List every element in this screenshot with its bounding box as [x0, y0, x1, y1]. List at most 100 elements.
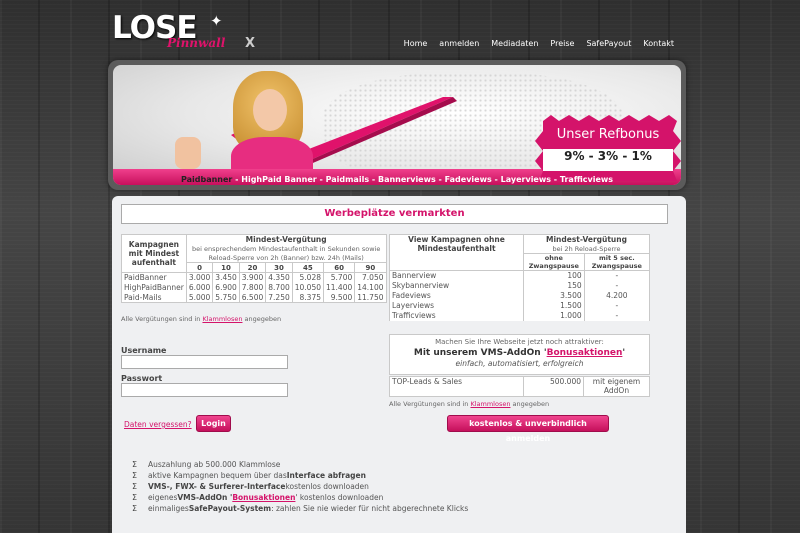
- table-cell: 4.350: [265, 272, 293, 283]
- star-icon: ✦: [210, 12, 223, 30]
- table-cell: 7.250: [265, 292, 293, 303]
- table-cell: 8.700: [265, 282, 293, 293]
- promo-line2: Mit unserem VMS-AddOn 'Bonusaktionen': [390, 348, 649, 358]
- table-cell: 7.800: [238, 282, 267, 293]
- seconds-header: 30: [265, 262, 293, 273]
- tab-bannerviews[interactable]: Bannerviews: [378, 175, 436, 184]
- table-cell: 9.500: [322, 292, 356, 303]
- paid-campaigns-table: Kampagnen mit Mindest aufenthalt Mindest…: [121, 234, 387, 303]
- tab-paidbanner[interactable]: Paidbanner: [181, 175, 232, 184]
- note-text: Alle Vergütungen sind in: [389, 400, 471, 408]
- table-row: Skybannerview 150 -: [389, 280, 651, 291]
- refbonus-badge: Unser Refbonus 9% - 3% - 1%: [533, 113, 681, 183]
- tab-trafficviews[interactable]: Trafficviews: [560, 175, 613, 184]
- password-input[interactable]: [121, 383, 288, 397]
- starburst-icon: [535, 115, 681, 181]
- tab-paidmails[interactable]: Paidmails: [326, 175, 370, 184]
- list-item: Σ VMS-, FWX- & Surferer-Interface kostenl…: [132, 481, 468, 492]
- feature-text: : zahlen Sie nie wieder für nicht abgere…: [271, 504, 469, 513]
- table-cell: 3.900: [238, 272, 267, 283]
- table2-col2-subtitle: bei 2h Reload-Sperre: [552, 245, 621, 253]
- tab-separator: -: [435, 175, 445, 184]
- username-input[interactable]: [121, 355, 288, 369]
- banner: Unser Refbonus 9% - 3% - 1% Paidbanner -…: [113, 65, 681, 185]
- username-label: Username: [121, 346, 167, 355]
- logo-subtext: Pinnwall: [167, 36, 226, 50]
- row-label: Skybannerview: [389, 280, 524, 291]
- nav-preise[interactable]: Preise: [550, 39, 574, 48]
- nav-kontakt[interactable]: Kontakt: [643, 39, 674, 48]
- vms-addon-promo: Machen Sie Ihre Webseite jetzt noch attr…: [389, 334, 650, 375]
- note-text: angegeben: [242, 315, 282, 323]
- table-row: Paid-Mails 5.000 5.750 6.500 7.250 8.375…: [121, 292, 387, 303]
- tab-separator: -: [551, 175, 560, 184]
- feature-text: aktive Kampagnen bequem über das: [148, 471, 287, 480]
- logo[interactable]: LOSE ✦ Pinnwall X: [112, 10, 262, 51]
- register-button[interactable]: kostenlos & unverbindlich anmelden: [447, 415, 609, 443]
- promo-line3: einfach, automatisiert, erfolgreich: [455, 359, 584, 368]
- row-label: Bannerview: [389, 270, 524, 281]
- row-label: Fadeviews: [389, 290, 524, 301]
- table-cell: 8.375: [291, 292, 325, 303]
- sigma-icon: Σ: [132, 471, 138, 480]
- table-row: PaidBanner 3.000 3.450 3.900 4.350 5.028…: [121, 272, 387, 283]
- forgot-data-link[interactable]: Daten vergessen?: [124, 420, 192, 429]
- feature-bold: Interface abfragen: [286, 471, 366, 480]
- banner-tabs: Paidbanner - HighPaid Banner - Paidmails…: [113, 175, 681, 184]
- promo-text: Mit unserem VMS-AddOn ': [413, 348, 547, 358]
- table-row: Layerviews 1.500 -: [389, 300, 651, 311]
- table-cell: 11.750: [354, 292, 387, 303]
- seconds-header: 10: [212, 262, 240, 273]
- seconds-header: 0: [185, 262, 214, 273]
- tab-highpaid-banner[interactable]: HighPaid Banner: [241, 175, 316, 184]
- list-item: Σeigenes VMS-AddOn ' Bonusaktionen ' koste…: [132, 492, 468, 503]
- table-cell: 150: [523, 280, 585, 291]
- table-row: Bannerview 100 -: [389, 270, 651, 281]
- list-item: Σ Auszahlung ab 500.000 Klammlose: [132, 459, 468, 470]
- klammlosen-link[interactable]: Klammlosen: [470, 400, 510, 408]
- table-cell: 500.000: [523, 376, 584, 397]
- list-item: Σeinmaliges SafePayout-System: zahlen Si…: [132, 503, 468, 514]
- sigma-icon: Σ: [132, 482, 138, 491]
- content-panel: Werbeplätze vermarkten Kampagnen mit Min…: [112, 196, 686, 533]
- nav-home[interactable]: Home: [404, 39, 428, 48]
- logo-x: X: [245, 36, 256, 51]
- table-cell: -: [583, 300, 651, 311]
- nav-safepayout[interactable]: SafePayout: [586, 39, 631, 48]
- table1-col2-title: Mindest-Vergütung: [245, 235, 327, 244]
- row-label: Trafficviews: [389, 310, 524, 321]
- sigma-icon: Σ: [132, 493, 138, 502]
- tab-separator: -: [369, 175, 378, 184]
- table2-sub1: ohne Zwangspause: [523, 253, 585, 271]
- table-cell: 11.400: [322, 282, 356, 293]
- view-campaigns-table: View Kampagnen ohne Mindestaufenthalt Mi…: [389, 234, 651, 321]
- table-cell: 3.450: [212, 272, 240, 283]
- feature-text: kostenlos downloaden: [285, 482, 369, 491]
- login-button[interactable]: Login: [196, 415, 231, 432]
- feature-text: einmaliges: [148, 504, 189, 513]
- feature-text: eigenes: [148, 493, 178, 502]
- table-cell: 10.050: [291, 282, 325, 293]
- nav-mediadaten[interactable]: Mediadaten: [491, 39, 538, 48]
- seconds-header: 90: [354, 262, 387, 273]
- tab-layerviews[interactable]: Layerviews: [501, 175, 551, 184]
- bonusaktionen-link[interactable]: Bonusaktionen: [232, 493, 295, 502]
- refbonus-values: 9% - 3% - 1%: [564, 149, 652, 163]
- row-label: HighPaidBanner: [121, 282, 187, 293]
- table-cell: 5.750: [212, 292, 240, 303]
- table-row: TOP-Leads & Sales 500.000 mit eigenem Ad…: [389, 376, 650, 397]
- page-title: Werbeplätze vermarkten: [121, 204, 668, 224]
- table2-sub2: mit 5 sec. Zwangspause: [583, 253, 651, 271]
- banner-frame: Unser Refbonus 9% - 3% - 1% Paidbanner -…: [108, 60, 686, 190]
- bonusaktionen-link[interactable]: Bonusaktionen: [547, 348, 623, 358]
- table2-col2-header: Mindest-Vergütung bei 2h Reload-Sperre: [523, 234, 650, 254]
- table-cell: 5.028: [291, 272, 325, 283]
- klammlosen-link[interactable]: Klammlosen: [202, 315, 242, 323]
- refbonus-title: Unser Refbonus: [556, 127, 660, 142]
- tab-fadeviews[interactable]: Fadeviews: [445, 175, 492, 184]
- table-cell: 1.500: [523, 300, 585, 311]
- table-cell: mit eigenem AddOn: [583, 376, 650, 397]
- table-cell: 3.500: [523, 290, 585, 301]
- sigma-icon: Σ: [132, 504, 138, 513]
- nav-anmelden[interactable]: anmelden: [439, 39, 479, 48]
